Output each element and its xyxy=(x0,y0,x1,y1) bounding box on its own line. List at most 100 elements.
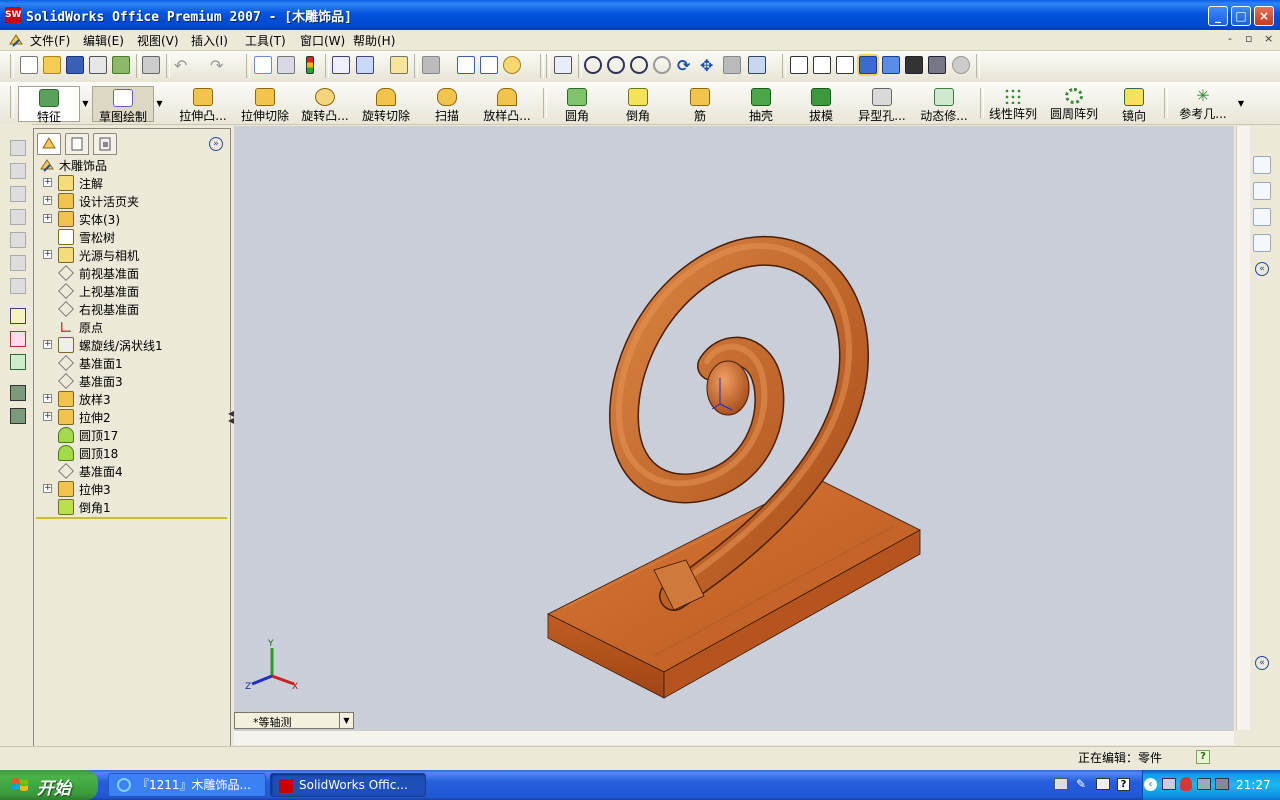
keyboard-icon[interactable] xyxy=(1054,778,1068,790)
dome-center[interactable] xyxy=(706,360,750,416)
expand-panel-icon[interactable]: » xyxy=(209,137,223,151)
tree-item[interactable]: + 光源与相机 xyxy=(36,246,226,264)
show-hidden-icons-icon[interactable]: ‹ xyxy=(1144,778,1157,791)
tree-root[interactable]: 木雕饰品 xyxy=(36,156,226,174)
rollback-bar[interactable] xyxy=(36,517,227,519)
tab-property-manager[interactable] xyxy=(65,133,89,155)
graphics-area[interactable]: Y X Z xyxy=(234,126,1234,730)
insert-component-icon[interactable] xyxy=(10,385,26,401)
tab-feature-tree[interactable] xyxy=(37,133,61,155)
smart-dimension-icon[interactable] xyxy=(10,331,26,347)
close-button[interactable]: × xyxy=(1254,6,1274,26)
select-arrow-icon[interactable] xyxy=(254,56,272,74)
expand-task-pane-icon[interactable]: « xyxy=(1255,656,1269,670)
tree-expand-toggle[interactable]: + xyxy=(43,178,52,187)
open-folder-icon[interactable] xyxy=(43,56,61,74)
taskbar-item-solidworks[interactable]: SolidWorks Offic... xyxy=(270,773,426,797)
doc-close-button[interactable]: × xyxy=(1264,32,1273,45)
menu-view[interactable]: 视图(V) xyxy=(137,32,179,49)
bottom-view-icon[interactable] xyxy=(10,255,26,271)
isometric-view-icon[interactable] xyxy=(10,278,26,294)
print-preview-icon[interactable] xyxy=(89,56,107,74)
redo-icon[interactable]: ↷ xyxy=(210,56,228,75)
tree-expand-toggle[interactable]: + xyxy=(43,412,52,421)
top-view-icon[interactable] xyxy=(10,232,26,248)
reference-geometry-dropdown[interactable]: ▼ xyxy=(1236,86,1246,122)
lofted-boss-button[interactable]: 放样凸... xyxy=(478,86,536,123)
tree-expand-toggle[interactable]: + xyxy=(43,340,52,349)
chevron-down-icon[interactable]: ▼ xyxy=(339,713,353,728)
tree-item[interactable]: 圆顶18 xyxy=(36,444,226,462)
tree-item[interactable]: + 螺旋线/涡状线1 xyxy=(36,336,226,354)
traffic-light-icon[interactable] xyxy=(306,56,314,74)
menu-help[interactable]: 帮助(H) xyxy=(353,32,395,49)
tree-item[interactable]: 基准面1 xyxy=(36,354,226,372)
rib-button[interactable]: 筋 xyxy=(688,86,712,123)
shaded-icon[interactable] xyxy=(882,56,900,74)
tree-item[interactable]: + 拉伸3 xyxy=(36,480,226,498)
pen-icon[interactable]: ✎ xyxy=(1076,777,1086,791)
tree-item[interactable]: 圆顶17 xyxy=(36,426,226,444)
design-library-icon[interactable] xyxy=(1253,182,1271,200)
tree-item[interactable]: + 注解 xyxy=(36,174,226,192)
model-view[interactable]: Y X Z xyxy=(234,126,1234,730)
section-view-icon[interactable] xyxy=(928,56,946,74)
tree-item[interactable]: 雪松树 xyxy=(36,228,226,246)
sketch-dropdown[interactable]: ▼ xyxy=(154,86,165,122)
right-view-icon[interactable] xyxy=(10,209,26,225)
instant3d-button[interactable]: 动态修... xyxy=(914,86,974,123)
back-view-icon[interactable] xyxy=(10,163,26,179)
mirror-button[interactable]: 镜向 xyxy=(1120,86,1148,123)
tree-item[interactable]: 基准面4 xyxy=(36,462,226,480)
tree-expand-toggle[interactable]: + xyxy=(43,394,52,403)
tree-item[interactable]: + 设计活页夹 xyxy=(36,192,226,210)
tab-features[interactable]: 特征 xyxy=(18,86,80,124)
extruded-boss-button[interactable]: 拉伸凸... xyxy=(174,86,232,123)
clock[interactable]: 21:27 xyxy=(1236,778,1271,792)
revolved-cut-button[interactable]: 旋转切除 xyxy=(358,86,414,123)
mate-icon[interactable] xyxy=(10,408,26,424)
roll-view-icon[interactable] xyxy=(723,56,741,74)
tree-item[interactable]: + 放样3 xyxy=(36,390,226,408)
help-tip-icon[interactable] xyxy=(503,56,521,74)
draft-button[interactable]: 拔模 xyxy=(804,86,838,123)
new-file-icon[interactable] xyxy=(20,56,38,74)
monitor-icon[interactable] xyxy=(1215,778,1229,790)
extruded-cut-button[interactable]: 拉伸切除 xyxy=(238,86,292,123)
hole-wizard-button[interactable]: 异型孔... xyxy=(852,86,912,123)
tree-expand-toggle[interactable]: + xyxy=(43,196,52,205)
home-icon[interactable] xyxy=(1253,156,1271,174)
undo-icon[interactable]: ↶ xyxy=(174,56,192,75)
select-filter-icon[interactable] xyxy=(277,56,295,74)
chamfer-button[interactable]: 倒角 xyxy=(621,86,655,123)
view-orientation-icon[interactable] xyxy=(554,56,572,74)
tab-configuration-manager[interactable] xyxy=(93,133,117,155)
shell-button[interactable]: 抽壳 xyxy=(744,86,778,123)
menu-file[interactable]: 文件(F) xyxy=(30,32,70,49)
minimize-button[interactable]: _ xyxy=(1208,6,1228,26)
relations-icon[interactable] xyxy=(10,354,26,370)
menu-insert[interactable]: 插入(I) xyxy=(191,32,228,49)
rebuild-icon[interactable] xyxy=(112,56,130,74)
fillet-button[interactable]: 圆角 xyxy=(560,86,594,123)
pan-icon[interactable]: ✥ xyxy=(700,56,718,75)
base-block[interactable] xyxy=(547,477,921,699)
tree-item[interactable]: + 实体(3) xyxy=(36,210,226,228)
rotate-view-icon[interactable]: ⟳ xyxy=(677,56,695,75)
tree-item[interactable]: + 拉伸2 xyxy=(36,408,226,426)
tree-item[interactable]: 右视基准面 xyxy=(36,300,226,318)
grid-options-icon[interactable] xyxy=(332,56,350,74)
tree-expand-toggle[interactable]: + xyxy=(43,214,52,223)
circular-pattern-button[interactable]: 圆周阵列 xyxy=(1048,86,1100,122)
horizontal-scrollbar[interactable] xyxy=(234,730,1234,745)
collapse-task-pane-icon[interactable]: « xyxy=(1255,262,1269,276)
print-icon[interactable] xyxy=(142,56,160,74)
command-manager-grip[interactable] xyxy=(10,86,14,118)
tree-item[interactable]: 基准面3 xyxy=(36,372,226,390)
measure-icon[interactable] xyxy=(390,56,408,74)
window-layout-icon[interactable] xyxy=(457,56,475,74)
toolbar-grip[interactable] xyxy=(10,54,14,78)
security-shield-icon[interactable] xyxy=(1180,777,1192,791)
shadows-icon[interactable] xyxy=(905,56,923,74)
display-icon[interactable] xyxy=(1197,778,1211,790)
